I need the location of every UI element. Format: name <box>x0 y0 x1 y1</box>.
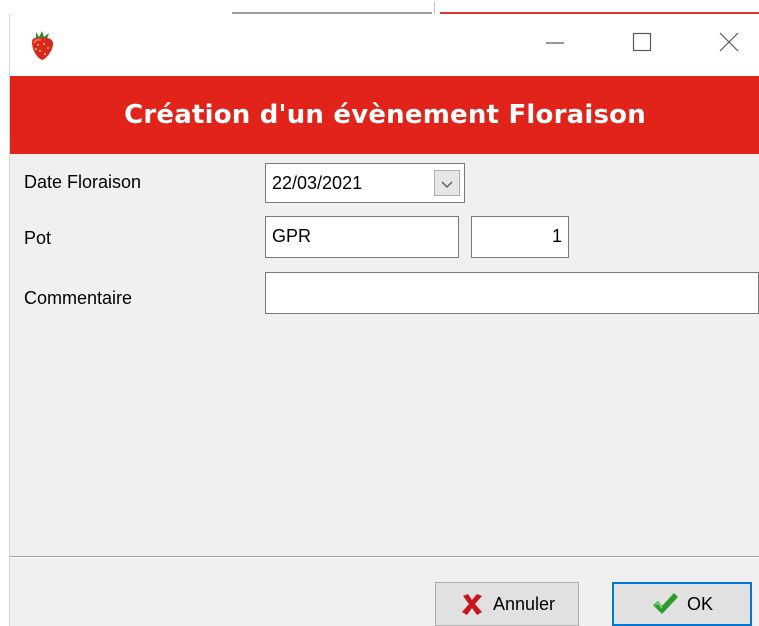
maximize-icon <box>632 32 652 57</box>
pot-code-value: GPR <box>272 226 312 246</box>
date-dropdown-button[interactable] <box>434 170 460 196</box>
dialog-title: Création d'un évènement Floraison <box>124 100 646 130</box>
title-banner: Création d'un évènement Floraison <box>10 76 759 154</box>
footer-separator-highlight <box>10 557 759 558</box>
screen: Création d'un évènement Floraison Date F… <box>0 0 759 626</box>
minimize-button[interactable] <box>532 24 578 64</box>
ok-label: OK <box>686 593 713 614</box>
chevron-down-icon <box>440 164 454 202</box>
green-check-icon <box>651 591 679 617</box>
title-bar <box>10 14 759 76</box>
date-label: Date Floraison <box>24 172 142 192</box>
maximize-button[interactable] <box>619 24 665 64</box>
comment-label: Commentaire <box>24 288 133 308</box>
pot-label: Pot <box>24 228 52 248</box>
background-window-strip <box>0 0 759 14</box>
red-x-icon <box>459 591 485 617</box>
ok-button[interactable]: OK <box>612 582 752 626</box>
minimize-icon <box>545 32 565 57</box>
strawberry-icon <box>26 28 58 62</box>
pot-number-value: 1 <box>551 226 562 246</box>
cancel-label: Annuler <box>492 593 556 614</box>
cancel-button[interactable]: Annuler <box>435 582 579 626</box>
date-picker[interactable]: 22/03/2021 <box>265 163 465 203</box>
close-icon <box>719 32 739 57</box>
pot-code-field[interactable]: GPR <box>265 216 459 258</box>
pot-number-field[interactable]: 1 <box>471 216 569 258</box>
background-divider <box>434 2 435 14</box>
close-button[interactable] <box>706 24 752 64</box>
date-value: 22/03/2021 <box>272 173 363 193</box>
comment-field[interactable] <box>265 272 759 314</box>
flowering-event-dialog: Création d'un évènement Floraison Date F… <box>9 14 759 626</box>
